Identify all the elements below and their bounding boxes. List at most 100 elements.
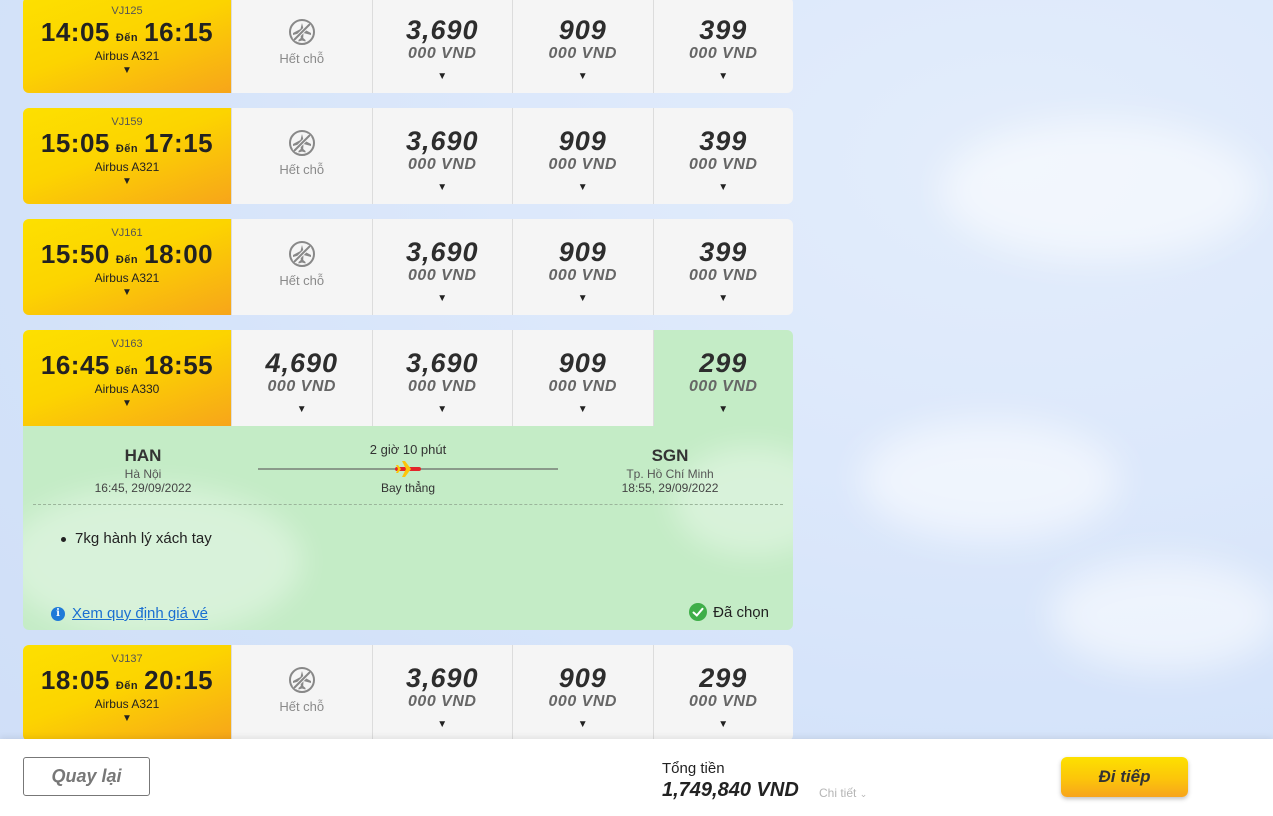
fare-price: 909 xyxy=(558,348,607,378)
destination-city: Tp. Hồ Chí Minh xyxy=(626,467,714,481)
total-price: 1,749,840 VND xyxy=(662,779,799,801)
fare-cell[interactable]: 3,690 000 VND ▼ xyxy=(371,330,512,426)
arrival-time: 20:15 xyxy=(144,665,214,695)
chevron-down-icon[interactable]: ▼ xyxy=(437,182,447,193)
chevron-down-icon[interactable]: ▼ xyxy=(578,404,588,415)
flight-number: VJ159 xyxy=(111,116,143,128)
chevron-down-icon[interactable]: ▼ xyxy=(122,398,132,409)
chevron-down-icon[interactable]: ▼ xyxy=(578,293,588,304)
flight-time-cell[interactable]: VJ125 14:05 Đến 16:15 Airbus A321 ▼ xyxy=(23,0,231,93)
chevron-down-icon[interactable]: ▼ xyxy=(437,293,447,304)
chevron-down-icon[interactable]: ▼ xyxy=(718,293,728,304)
chevron-down-icon[interactable]: ▼ xyxy=(437,719,447,730)
fare-cell[interactable]: 3,690 000 VND ▼ xyxy=(371,108,512,204)
selected-indicator: Đã chọn xyxy=(689,603,769,621)
fare-rules: i Xem quy định giá vé xyxy=(51,605,208,622)
fare-cell-soldout: Hết chỗ xyxy=(231,645,372,741)
fare-cell[interactable]: 399 000 VND ▼ xyxy=(652,0,793,93)
fare-cell[interactable]: 299 000 VND ▼ xyxy=(652,645,793,741)
fare-unit: 000 VND xyxy=(689,156,758,173)
chevron-down-icon[interactable]: ▼ xyxy=(578,182,588,193)
origin-code: HAN xyxy=(124,446,162,465)
fare-cell[interactable]: 3,690 000 VND ▼ xyxy=(371,219,512,315)
fare-unit: 000 VND xyxy=(408,693,477,710)
fare-unit: 000 VND xyxy=(548,267,617,284)
chevron-down-icon[interactable]: ▼ xyxy=(437,404,447,415)
continue-button[interactable]: Đi tiếp xyxy=(1061,757,1188,797)
fare-price: 3,690 xyxy=(405,663,479,693)
fare-cell-soldout: Hết chỗ xyxy=(231,219,372,315)
fare-cell[interactable]: 3,690 000 VND ▼ xyxy=(371,0,512,93)
fare-rules-link[interactable]: Xem quy định giá vé xyxy=(72,605,208,622)
fare-cell[interactable]: 399 000 VND ▼ xyxy=(652,108,793,204)
fare-cell[interactable]: 3,690 000 VND ▼ xyxy=(371,645,512,741)
chevron-down-icon[interactable]: ▼ xyxy=(122,287,132,298)
fare-cell-soldout: Hết chỗ xyxy=(231,0,372,93)
arrival-time: 18:55 xyxy=(144,350,214,380)
selected-label: Đã chọn xyxy=(713,603,769,621)
flight-number: VJ125 xyxy=(111,5,143,17)
fare-unit: 000 VND xyxy=(548,45,617,62)
fare-cell[interactable]: 399 000 VND ▼ xyxy=(652,219,793,315)
fare-price: 299 xyxy=(699,663,748,693)
price-detail-toggle[interactable]: Chi tiết ⌄ xyxy=(819,786,867,800)
fare-cell[interactable]: 909 000 VND ▼ xyxy=(512,645,653,741)
chevron-down-icon[interactable]: ▼ xyxy=(578,71,588,82)
soldout-label: Hết chỗ xyxy=(279,273,325,288)
flight-time-cell[interactable]: VJ161 15:50 Đến 18:00 Airbus A321 ▼ xyxy=(23,219,231,315)
baggage-item: 7kg hành lý xách tay xyxy=(61,530,212,547)
chevron-down-icon[interactable]: ▼ xyxy=(718,404,728,415)
origin-datetime: 16:45, 29/09/2022 xyxy=(94,481,192,495)
back-button[interactable]: Quay lại xyxy=(23,757,150,796)
flight-stops: Bay thẳng xyxy=(380,481,436,495)
fare-cell[interactable]: 909 000 VND ▼ xyxy=(512,330,653,426)
fare-unit: 000 VND xyxy=(548,156,617,173)
soldout-label: Hết chỗ xyxy=(279,699,325,714)
chevron-down-icon[interactable]: ▼ xyxy=(122,176,132,187)
flight-times: 16:45 Đến 18:55 xyxy=(23,350,231,381)
aircraft-type: Airbus A321 xyxy=(94,49,160,63)
divider xyxy=(33,504,783,505)
fare-cell[interactable]: 909 000 VND ▼ xyxy=(512,219,653,315)
aircraft-type: Airbus A321 xyxy=(94,697,160,711)
arrival-time: 17:15 xyxy=(144,128,214,158)
aircraft-type: Airbus A321 xyxy=(94,160,160,174)
chevron-down-icon[interactable]: ▼ xyxy=(578,719,588,730)
fare-unit: 000 VND xyxy=(689,45,758,62)
aircraft-type: Airbus A321 xyxy=(94,271,160,285)
chevron-down-icon[interactable]: ▼ xyxy=(122,65,132,76)
flight-time-cell[interactable]: VJ159 15:05 Đến 17:15 Airbus A321 ▼ xyxy=(23,108,231,204)
flight-time-cell[interactable]: VJ137 18:05 Đến 20:15 Airbus A321 ▼ xyxy=(23,645,231,741)
info-icon: i xyxy=(51,606,65,621)
flight-time-cell[interactable]: VJ163 16:45 Đến 18:55 Airbus A330 ▼ xyxy=(23,330,231,426)
chevron-down-icon[interactable]: ▼ xyxy=(437,71,447,82)
chevron-down-icon[interactable]: ▼ xyxy=(718,71,728,82)
flight-number: VJ163 xyxy=(111,338,143,350)
chevron-down-icon[interactable]: ▼ xyxy=(718,182,728,193)
flight-row: VJ163 16:45 Đến 18:55 Airbus A330 ▼ 4,690 000 V… xyxy=(23,330,793,426)
chevron-down-icon[interactable]: ▼ xyxy=(718,719,728,730)
fare-cell[interactable]: 909 000 VND ▼ xyxy=(512,0,653,93)
fare-price: 4,690 xyxy=(265,348,339,378)
flight-row: VJ161 15:50 Đến 18:00 Airbus A321 ▼ Hết chỗ 3,6… xyxy=(23,219,793,315)
to-label: Đến xyxy=(115,365,139,377)
airplane-icon xyxy=(395,461,421,477)
soldout-label: Hết chỗ xyxy=(279,162,325,177)
destination-airport: SGN Tp. Hồ Chí Minh 18:55, 29/09/2022 xyxy=(603,446,737,495)
booking-footer: Quay lại Tổng tiền 1,749,840 VND Chi tiế… xyxy=(0,739,1273,816)
fare-cell[interactable]: 4,690 000 VND ▼ xyxy=(231,330,372,426)
fare-cell[interactable]: 299 000 VND ▼ xyxy=(652,330,793,426)
chevron-down-icon[interactable]: ▼ xyxy=(122,713,132,724)
price-detail-label: Chi tiết xyxy=(819,786,857,800)
fare-price: 3,690 xyxy=(405,126,479,156)
origin-city: Hà Nội xyxy=(124,467,162,481)
fare-unit: 000 VND xyxy=(548,693,617,710)
departure-time: 18:05 xyxy=(40,665,110,695)
chevron-down-icon[interactable]: ▼ xyxy=(297,404,307,415)
fare-unit: 000 VND xyxy=(689,378,758,395)
check-circle-icon xyxy=(689,603,708,621)
fare-cell[interactable]: 909 000 VND ▼ xyxy=(512,108,653,204)
flight-times: 15:05 Đến 17:15 xyxy=(23,128,231,159)
fare-cell-soldout: Hết chỗ xyxy=(231,108,372,204)
to-label: Đến xyxy=(115,680,139,692)
